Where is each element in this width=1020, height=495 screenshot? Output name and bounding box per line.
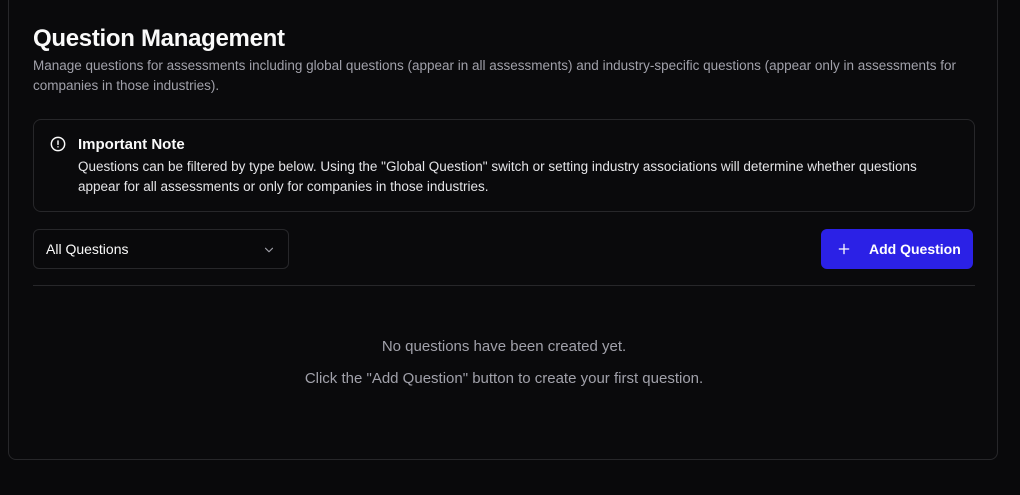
- important-note-alert: Important Note Questions can be filtered…: [33, 119, 975, 212]
- page-title: Question Management: [33, 25, 285, 52]
- empty-state-hint: Click the "Add Question" button to creat…: [304, 370, 704, 387]
- empty-state-message: No questions have been created yet.: [381, 338, 627, 355]
- chevron-down-icon: [264, 247, 274, 253]
- filter-selected-value: All Questions: [46, 241, 129, 257]
- page-subtitle: Manage questions for assessments includi…: [33, 58, 956, 93]
- question-management-card: Question Management Manage questions for…: [8, 0, 998, 460]
- divider: [33, 285, 975, 286]
- note-text: Questions can be filtered by type below.…: [78, 159, 917, 194]
- question-type-filter-select[interactable]: All Questions: [33, 229, 289, 269]
- note-title: Important Note: [78, 136, 185, 153]
- plus-icon: [838, 243, 850, 255]
- add-question-button[interactable]: Add Question: [821, 229, 973, 269]
- alert-circle-icon: [50, 136, 66, 152]
- add-question-label: Add Question: [869, 241, 961, 257]
